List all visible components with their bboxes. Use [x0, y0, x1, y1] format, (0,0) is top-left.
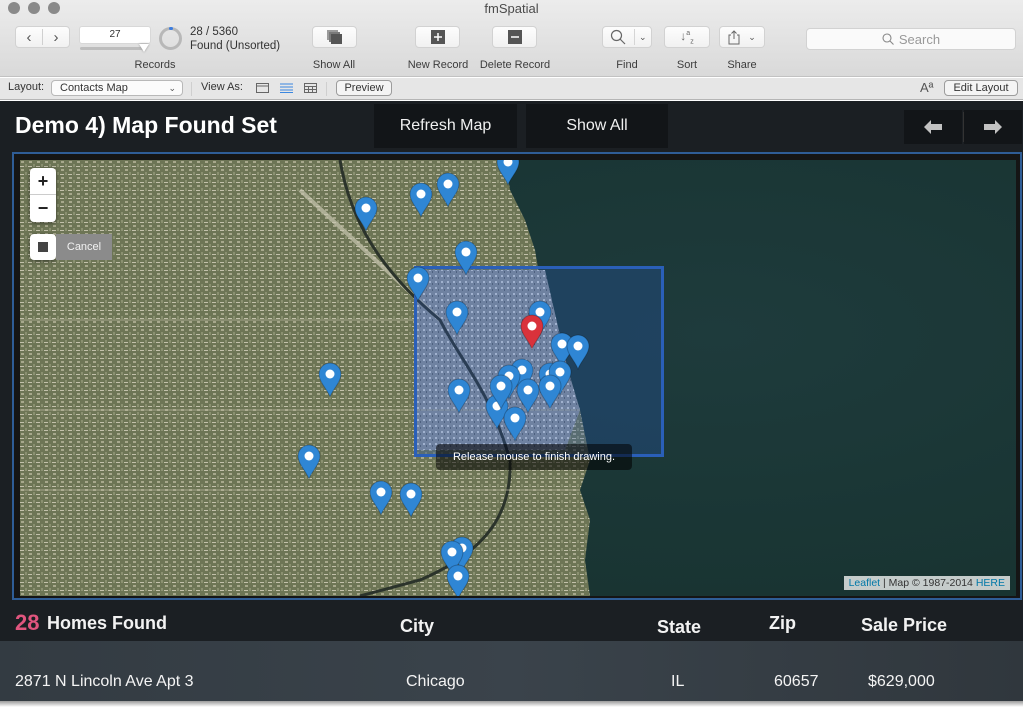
map-marker[interactable]: [538, 374, 562, 411]
plus-icon: [430, 30, 445, 44]
delete-record-label: Delete Record: [479, 59, 551, 71]
window-toolbar: fmSpatial ‹ › 27 Records 28 / 5360 Found…: [0, 0, 1023, 77]
selected-map-marker[interactable]: [520, 314, 544, 351]
map-marker[interactable]: [436, 172, 460, 209]
show-all-icon: [326, 30, 342, 44]
arrow-left-icon: [924, 120, 942, 134]
found-count-value: 28 / 5360: [190, 26, 238, 38]
record-number-field[interactable]: 27: [79, 26, 151, 44]
record-slider[interactable]: [80, 47, 146, 50]
share-icon: [728, 29, 740, 44]
homes-found-count: 28: [15, 610, 40, 635]
edit-layout-button[interactable]: Edit Layout: [944, 80, 1018, 96]
layout-label: Layout:: [8, 81, 45, 93]
zoom-out-button[interactable]: −: [30, 195, 56, 222]
show-all-label: Show All: [312, 59, 356, 71]
map-marker[interactable]: [297, 444, 321, 481]
zoom-control: + −: [30, 168, 56, 222]
results-header: 28 Homes Found City State Zip Sale Price: [0, 603, 1023, 641]
homes-found-label: Homes Found: [47, 613, 167, 633]
map-marker[interactable]: [446, 564, 470, 596]
map-marker[interactable]: [503, 406, 527, 443]
form-view-icon[interactable]: [256, 83, 269, 93]
record-navigation: ‹ ›: [15, 26, 70, 48]
sort-az-icon: ↓az: [680, 28, 694, 46]
cancel-drawing-button[interactable]: Cancel: [56, 234, 112, 260]
column-header-city[interactable]: City: [400, 616, 434, 637]
sort-button[interactable]: ↓az: [664, 26, 710, 48]
state-cell: IL: [671, 673, 685, 690]
layout-content: Demo 4) Map Found Set Refresh Map Show A…: [0, 101, 1023, 701]
previous-record-button[interactable]: ‹: [16, 29, 42, 46]
map-view[interactable]: + − Cancel Release mouse to finish drawi…: [20, 160, 1016, 596]
arrow-right-icon: [984, 120, 1002, 134]
map-marker[interactable]: [409, 182, 433, 219]
map-marker[interactable]: [406, 266, 430, 303]
refresh-map-button[interactable]: Refresh Map: [374, 104, 517, 148]
zoom-in-button[interactable]: +: [30, 168, 56, 195]
column-header-zip[interactable]: Zip: [769, 613, 796, 634]
preview-button[interactable]: Preview: [336, 80, 392, 96]
map-marker[interactable]: [496, 160, 520, 187]
search-icon: [882, 33, 894, 45]
map-frame: + − Cancel Release mouse to finish drawi…: [12, 152, 1022, 600]
search-placeholder: Search: [898, 31, 941, 47]
view-as-label: View As:: [201, 81, 243, 93]
layout-bar: Layout: Contacts Map ⌄ View As: Preview …: [0, 78, 1023, 100]
map-marker[interactable]: [454, 240, 478, 277]
table-view-icon[interactable]: [304, 83, 317, 93]
sort-label: Sort: [676, 59, 698, 71]
map-marker[interactable]: [369, 480, 393, 517]
layout-select-value: Contacts Map: [60, 82, 128, 94]
share-button[interactable]: ⌄: [719, 26, 765, 48]
found-count: 28 / 5360 Found (Unsorted): [190, 25, 280, 53]
map-attribution: Leaflet | Map © 1987-2014 HERE: [843, 576, 1010, 590]
find-button[interactable]: ⌄: [602, 26, 652, 48]
find-label: Find: [616, 59, 638, 71]
column-header-state[interactable]: State: [657, 617, 701, 638]
layout-select[interactable]: Contacts Map ⌄: [51, 80, 183, 96]
share-dropdown-chevron-icon[interactable]: ⌄: [748, 32, 756, 43]
next-arrow-button[interactable]: [964, 110, 1022, 144]
show-all-button[interactable]: [312, 26, 357, 48]
list-view-icon[interactable]: [280, 83, 293, 93]
record-slider-thumb[interactable]: [139, 44, 149, 52]
search-field[interactable]: Search: [806, 28, 1016, 50]
magnifier-icon: [610, 29, 626, 45]
draw-tooltip: Release mouse to finish drawing.: [436, 444, 632, 470]
window-title: fmSpatial: [484, 1, 539, 16]
attribution-text: | Map © 1987-2014: [880, 577, 976, 589]
found-status: Found (Unsorted): [190, 40, 281, 52]
previous-arrow-button[interactable]: [904, 110, 962, 144]
price-cell: $629,000: [868, 673, 935, 690]
city-cell: Chicago: [406, 673, 465, 690]
next-record-button[interactable]: ›: [43, 29, 69, 46]
records-label: Records: [134, 59, 176, 71]
column-header-sale-price[interactable]: Sale Price: [861, 615, 947, 636]
map-marker[interactable]: [354, 196, 378, 233]
share-label: Share: [727, 59, 757, 71]
page-title: Demo 4) Map Found Set: [15, 112, 277, 138]
show-all-records-button[interactable]: Show All: [526, 104, 668, 148]
leaflet-link[interactable]: Leaflet: [849, 577, 881, 589]
map-marker[interactable]: [399, 482, 423, 519]
delete-record-button[interactable]: [492, 26, 537, 48]
text-format-icon[interactable]: Aª: [920, 80, 933, 95]
rectangle-icon: [38, 242, 48, 252]
new-record-button[interactable]: [415, 26, 460, 48]
zip-cell: 60657: [774, 673, 819, 690]
new-record-label: New Record: [407, 59, 469, 71]
address-cell: 2871 N Lincoln Ave Apt 3: [15, 673, 194, 690]
chevron-down-icon: ⌄: [168, 83, 176, 93]
draw-rectangle-button[interactable]: [30, 234, 56, 260]
map-marker[interactable]: [447, 378, 471, 415]
map-marker[interactable]: [489, 374, 513, 411]
map-marker[interactable]: [445, 300, 469, 337]
find-dropdown-chevron-icon[interactable]: ⌄: [639, 32, 647, 43]
found-set-pie-icon: [159, 27, 182, 50]
map-marker[interactable]: [318, 362, 342, 399]
table-row[interactable]: 2871 N Lincoln Ave Apt 3 Chicago IL 6065…: [0, 641, 1023, 701]
here-link[interactable]: HERE: [976, 577, 1005, 589]
minus-icon: [507, 30, 522, 44]
